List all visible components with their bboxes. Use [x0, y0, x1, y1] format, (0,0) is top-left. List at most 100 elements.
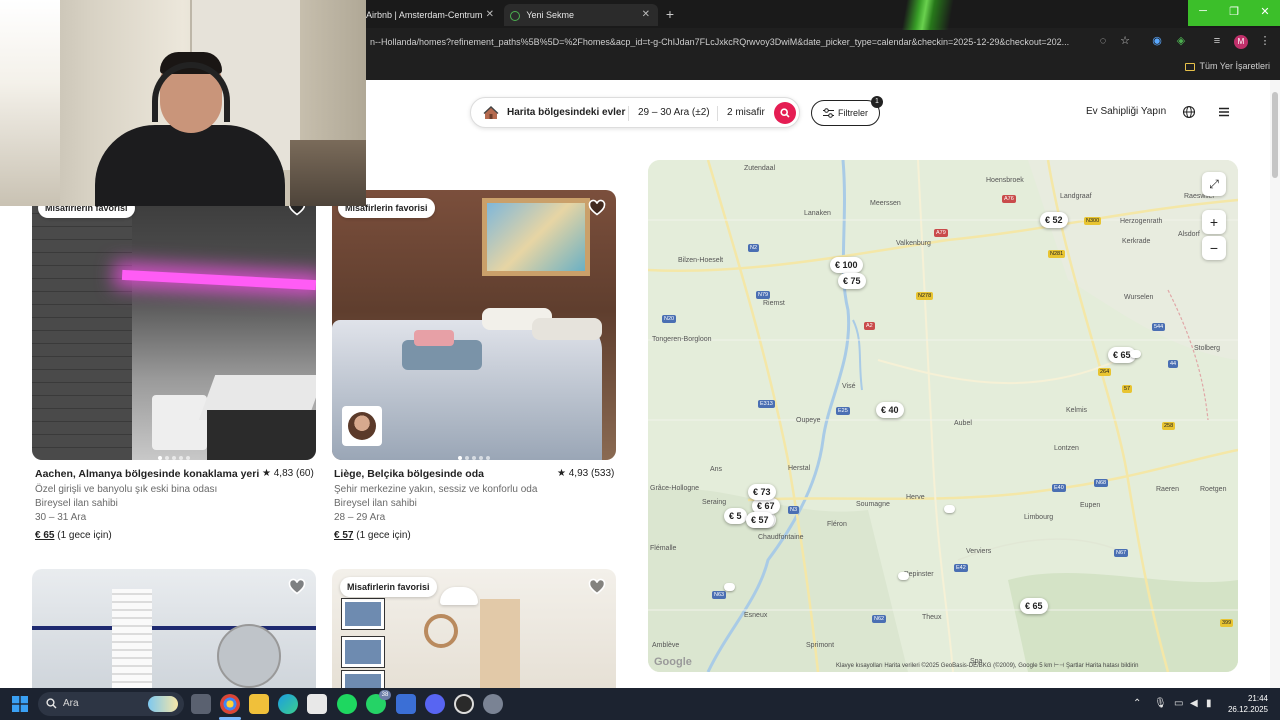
tab-airbnb[interactable]: Airbnb | Amsterdam-Centrum ✕ [366, 4, 502, 26]
steam-icon[interactable] [454, 694, 474, 714]
map-price-pin[interactable]: € 100 [830, 257, 863, 273]
close-window-icon[interactable]: ✕ [1250, 5, 1280, 18]
become-host-link[interactable]: Ev Sahipliği Yapın [1086, 106, 1166, 117]
page-scrollbar[interactable] [1270, 80, 1280, 688]
webcam-background [290, 140, 366, 206]
photo-detail [424, 614, 458, 648]
listing-subtitle: Özel girişli ve banyolu şık eski bina od… [35, 484, 218, 495]
guest-favorite-badge: Misafirlerin favorisi [340, 577, 437, 597]
search-button[interactable] [774, 102, 796, 124]
zoom-out-button[interactable]: − [1202, 236, 1226, 260]
star-icon[interactable]: ☆ [1118, 34, 1132, 48]
scrollbar-thumb[interactable] [1272, 92, 1278, 178]
file-explorer-icon[interactable] [249, 694, 269, 714]
search-where[interactable]: Harita bölgesindeki evler [507, 107, 625, 118]
listing-subtitle: Şehir merkezine yakın, sessiz ve konforl… [334, 484, 538, 495]
search-guests[interactable]: 2 misafir [727, 107, 765, 118]
map-city: Fléron [827, 521, 847, 528]
puzzle-icon[interactable]: ◈ [1174, 34, 1188, 48]
minimize-icon[interactable]: ─ [1188, 5, 1218, 17]
chevron-up-icon[interactable]: ⌃ [1133, 698, 1141, 709]
listing-photo[interactable]: Misafirlerin favorisi [32, 190, 316, 460]
spotify-icon[interactable] [337, 694, 357, 714]
listing-host-type: Bireysel ilan sahibi [35, 498, 118, 509]
store-icon[interactable] [307, 694, 327, 714]
photo-detail [440, 587, 478, 605]
globe-icon[interactable] [1182, 105, 1196, 119]
listing-rating: ★ 4,83 (60) [262, 468, 314, 479]
listing-photo[interactable]: Misafirlerin favorisi [332, 569, 616, 689]
map-price-pin[interactable]: € 75 [838, 273, 866, 289]
map-price-pin[interactable]: € 73 [748, 484, 776, 500]
listing-photo[interactable] [32, 569, 316, 689]
discord-icon[interactable] [425, 694, 445, 714]
heart-icon[interactable] [588, 199, 606, 217]
listing-dates: 30 – 31 Ara [35, 512, 87, 523]
edge-icon[interactable] [278, 694, 298, 714]
map-price-pin[interactable]: € 52 [1040, 212, 1068, 228]
map-dot-pin[interactable] [898, 572, 909, 580]
photo-detail [112, 589, 152, 689]
taskbar-time[interactable]: 21:44 [1238, 694, 1268, 703]
road-label: N2 [748, 244, 760, 252]
taskbar-search[interactable]: Ara [38, 692, 184, 716]
listing-price[interactable]: € 57 (1 gece için) [334, 530, 411, 541]
heart-icon[interactable] [588, 578, 606, 596]
whatsapp-icon[interactable]: 38 [366, 690, 391, 714]
zoom-in-button[interactable]: + [1202, 210, 1226, 234]
url-text[interactable]: n--Hollanda/homes?refinement_paths%5B%5D… [370, 37, 1090, 47]
map-city: Lanaken [804, 210, 831, 217]
battery-icon[interactable]: ▮ [1206, 698, 1212, 709]
map-price-pin[interactable]: € 5 [724, 508, 747, 524]
extension-icon[interactable]: ◉ [1150, 34, 1164, 48]
maximize-icon[interactable]: ❐ [1219, 5, 1249, 18]
heart-icon[interactable] [288, 578, 306, 596]
hamburger-menu-icon[interactable] [1216, 104, 1232, 120]
map-price-pin[interactable]: € 57 [746, 512, 774, 528]
microphone-icon[interactable]: 🎙 [1154, 698, 1167, 709]
profile-avatar[interactable]: M [1234, 35, 1248, 49]
map-city: Amblève [652, 642, 680, 649]
map-attribution[interactable]: Klavye kısayolları Harita verileri ©2025… [836, 662, 1138, 669]
map-city: Kelmis [1066, 407, 1088, 414]
windows-start-icon[interactable] [12, 696, 28, 712]
eye-off-icon[interactable]: ◌ [1096, 34, 1110, 48]
task-view-icon[interactable] [191, 694, 211, 714]
expand-icon[interactable]: ⤢ [1202, 172, 1226, 196]
map-dot-pin[interactable] [944, 505, 955, 513]
road-label: A76 [1002, 195, 1016, 203]
filters-button[interactable]: Filtreler 1 [811, 96, 883, 126]
map-price-pin[interactable]: € 40 [876, 402, 904, 418]
folder-icon [1185, 62, 1196, 71]
close-icon[interactable]: ✕ [486, 4, 494, 26]
settings-gear-icon[interactable] [483, 694, 503, 714]
address-bar[interactable]: n--Hollanda/homes?refinement_paths%5B%5D… [366, 30, 1280, 56]
search-highlight-image [148, 696, 178, 712]
listing-title[interactable]: Liège, Belçika bölgesinde oda [334, 468, 484, 480]
listing-photo[interactable]: Misafirlerin favorisi [332, 190, 616, 460]
map-city: Alsdorf [1178, 231, 1200, 238]
map-dot-pin[interactable] [1130, 350, 1141, 358]
map-city: Oupeye [796, 417, 821, 424]
listing-price[interactable]: € 65 (1 gece için) [35, 530, 112, 541]
display-icon[interactable]: ▭ [1174, 698, 1183, 709]
taskbar-date[interactable]: 26.12.2025 [1222, 705, 1268, 714]
photo-detail [342, 599, 384, 629]
new-tab-icon[interactable]: + [662, 6, 678, 22]
volume-icon[interactable]: ◀ [1190, 698, 1198, 709]
all-bookmarks[interactable]: Tüm Yer İşaretleri [1185, 61, 1270, 71]
chrome-icon[interactable] [220, 694, 240, 714]
map[interactable]: Zutendaal Lanaken Meerssen Hoensbroek La… [648, 160, 1238, 672]
search-dates[interactable]: 29 – 30 Ara (±2) [638, 107, 710, 118]
photo-detail [32, 190, 132, 460]
map-city: Soumagne [856, 501, 890, 508]
more-menu-icon[interactable]: ⋮ [1258, 34, 1272, 48]
search-bar[interactable]: Harita bölgesindeki evler 29 – 30 Ara (±… [470, 97, 800, 128]
tab-new[interactable]: Yeni Sekme ✕ [504, 4, 658, 26]
mail-icon[interactable] [396, 694, 416, 714]
close-icon[interactable]: ✕ [642, 4, 650, 26]
map-dot-pin[interactable] [724, 583, 735, 591]
listing-title[interactable]: Aachen, Almanya bölgesinde konaklama yer… [35, 468, 259, 480]
map-price-pin[interactable]: € 65 [1020, 598, 1048, 614]
media-icon[interactable]: ≡ [1210, 34, 1224, 48]
